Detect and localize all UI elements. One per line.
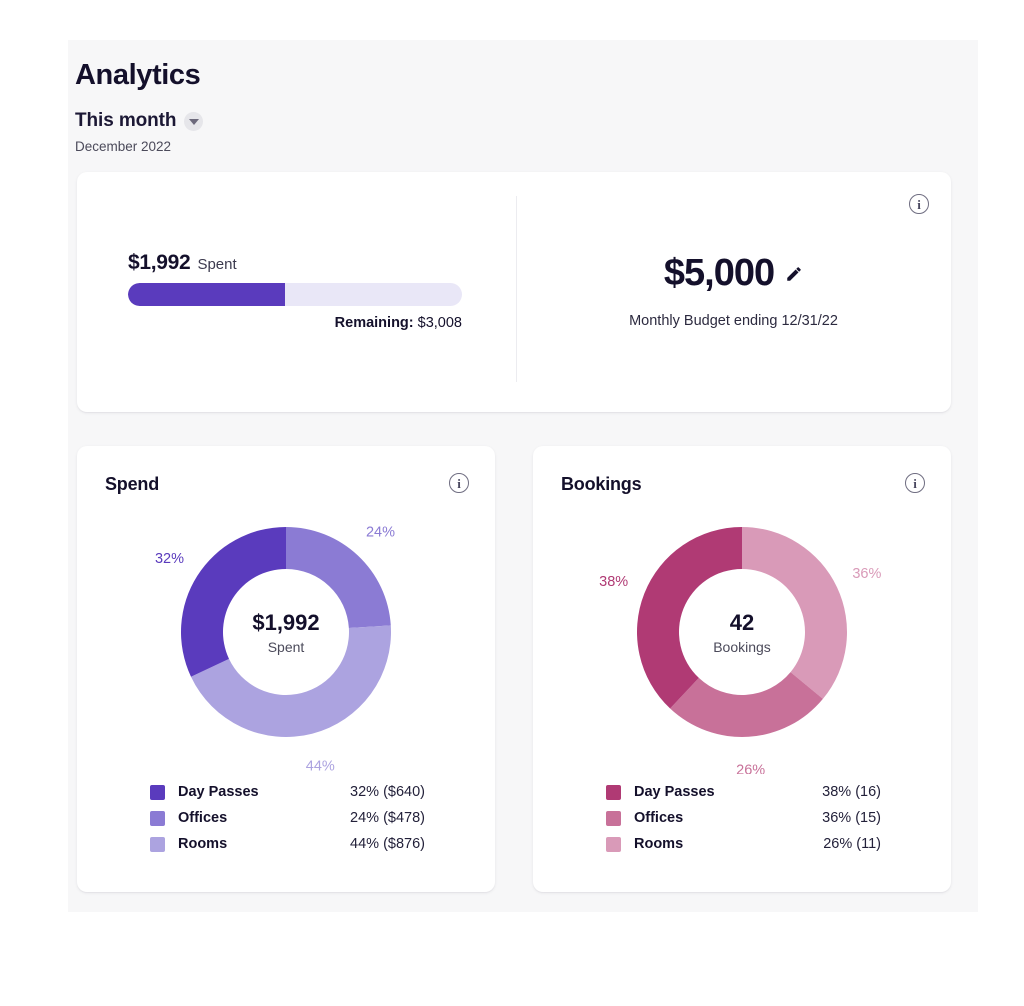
- legend-swatch: [606, 836, 621, 852]
- donut-percent-label: 26%: [736, 763, 765, 774]
- remaining-text: Remaining: $3,008: [128, 315, 462, 331]
- remaining-value: $3,008: [417, 315, 462, 331]
- legend-swatch: [150, 810, 165, 826]
- legend-swatch: [150, 784, 165, 800]
- legend-label: Rooms: [178, 836, 228, 852]
- period-subtitle: December 2022: [75, 139, 172, 154]
- legend-value: 24% ($478): [350, 810, 425, 826]
- period-label: This month: [75, 110, 177, 131]
- donut-center-value: $1,992: [252, 610, 319, 635]
- pencil-icon[interactable]: [785, 265, 803, 283]
- chevron-down-icon[interactable]: [184, 111, 204, 131]
- legend-label: Day Passes: [178, 784, 259, 800]
- budget-subtitle: Monthly Budget ending 12/31/22: [629, 313, 838, 329]
- donut-percent-label: 44%: [306, 759, 335, 774]
- spent-word: Spent: [197, 256, 237, 273]
- donut-segment[interactable]: [637, 527, 742, 709]
- bookings-card-title: Bookings: [561, 474, 642, 494]
- donut-center-label: Spent: [268, 639, 305, 655]
- spend-card-title: Spend: [105, 474, 160, 494]
- legend-swatch: [606, 810, 621, 826]
- budget-progress-fill: [128, 283, 285, 306]
- donut-percent-label: 36%: [852, 566, 881, 582]
- legend-value: 36% (15): [822, 810, 881, 826]
- donut-percent-label: 38%: [599, 574, 628, 590]
- remaining-label: Remaining:: [334, 315, 414, 331]
- legend-value: 38% (16): [822, 784, 881, 800]
- legend-label: Offices: [634, 810, 684, 826]
- legend-swatch: [606, 784, 621, 800]
- bookings-legend: Day Passes 38% (16) Offices 36% (15) Rooms 26…: [606, 779, 881, 857]
- bookings-card: Bookings i 36% 26% 38% 42 Bookings Day Passe…: [533, 446, 951, 892]
- donut-segment[interactable]: [742, 527, 847, 699]
- donut-percent-label: 24%: [366, 524, 395, 540]
- legend-row: Day Passes 32% ($640): [150, 779, 425, 805]
- legend-label: Rooms: [634, 836, 684, 852]
- donut-percent-label: 32%: [155, 551, 184, 567]
- info-icon[interactable]: i: [449, 473, 469, 493]
- period-selector[interactable]: This month: [75, 110, 204, 132]
- legend-value: 26% (11): [823, 836, 881, 852]
- legend-label: Offices: [178, 810, 228, 826]
- info-icon[interactable]: i: [909, 194, 929, 214]
- spent-amount: $1,992: [128, 251, 191, 274]
- legend-swatch: [150, 836, 165, 852]
- legend-value: 32% ($640): [350, 784, 425, 800]
- legend-row: Day Passes 38% (16): [606, 779, 881, 805]
- spend-donut-chart: 24% 44% 32% $1,992 Spent: [77, 494, 495, 779]
- page-title: Analytics: [75, 59, 201, 91]
- spend-card: Spend i 24% 44% 32% $1,992 Spent Day Passes 3…: [77, 446, 495, 892]
- spend-legend: Day Passes 32% ($640) Offices 24% ($478) Roo…: [150, 779, 425, 857]
- legend-row: Offices 36% (15): [606, 805, 881, 831]
- budget-amount: $5,000: [663, 252, 775, 294]
- legend-value: 44% ($876): [350, 836, 425, 852]
- budget-amount-row: $5,000: [516, 252, 951, 295]
- analytics-page: Analytics This month December 2022 i $1,…: [0, 0, 1024, 1006]
- budget-card: i $1,992 Spent Remaining: $3,008 $5,000 …: [77, 172, 951, 412]
- bookings-donut-chart: 36% 26% 38% 42 Bookings: [533, 494, 951, 779]
- budget-progress-bar: [128, 283, 462, 306]
- legend-row: Rooms 26% (11): [606, 831, 881, 857]
- legend-row: Rooms 44% ($876): [150, 831, 425, 857]
- legend-row: Offices 24% ($478): [150, 805, 425, 831]
- donut-center-label: Bookings: [713, 639, 771, 655]
- spent-summary: $1,992 Spent: [128, 251, 237, 275]
- legend-label: Day Passes: [634, 784, 715, 800]
- donut-center-value: 42: [730, 610, 754, 635]
- info-icon[interactable]: i: [905, 473, 925, 493]
